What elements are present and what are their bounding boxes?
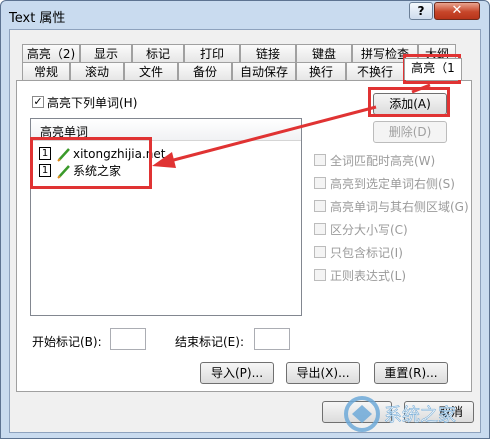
watermark-logo-icon: 系统之家 (344, 396, 456, 432)
annotation-arrowhead (152, 152, 176, 168)
tab-highlight-1[interactable]: 高亮（1 (404, 58, 462, 80)
svg-text:系统之家: 系统之家 (384, 405, 456, 426)
annotation-arrow-tab (411, 83, 431, 94)
watermark-logo: 系统之家 (338, 393, 486, 435)
annotation-arrow-words (165, 105, 377, 164)
